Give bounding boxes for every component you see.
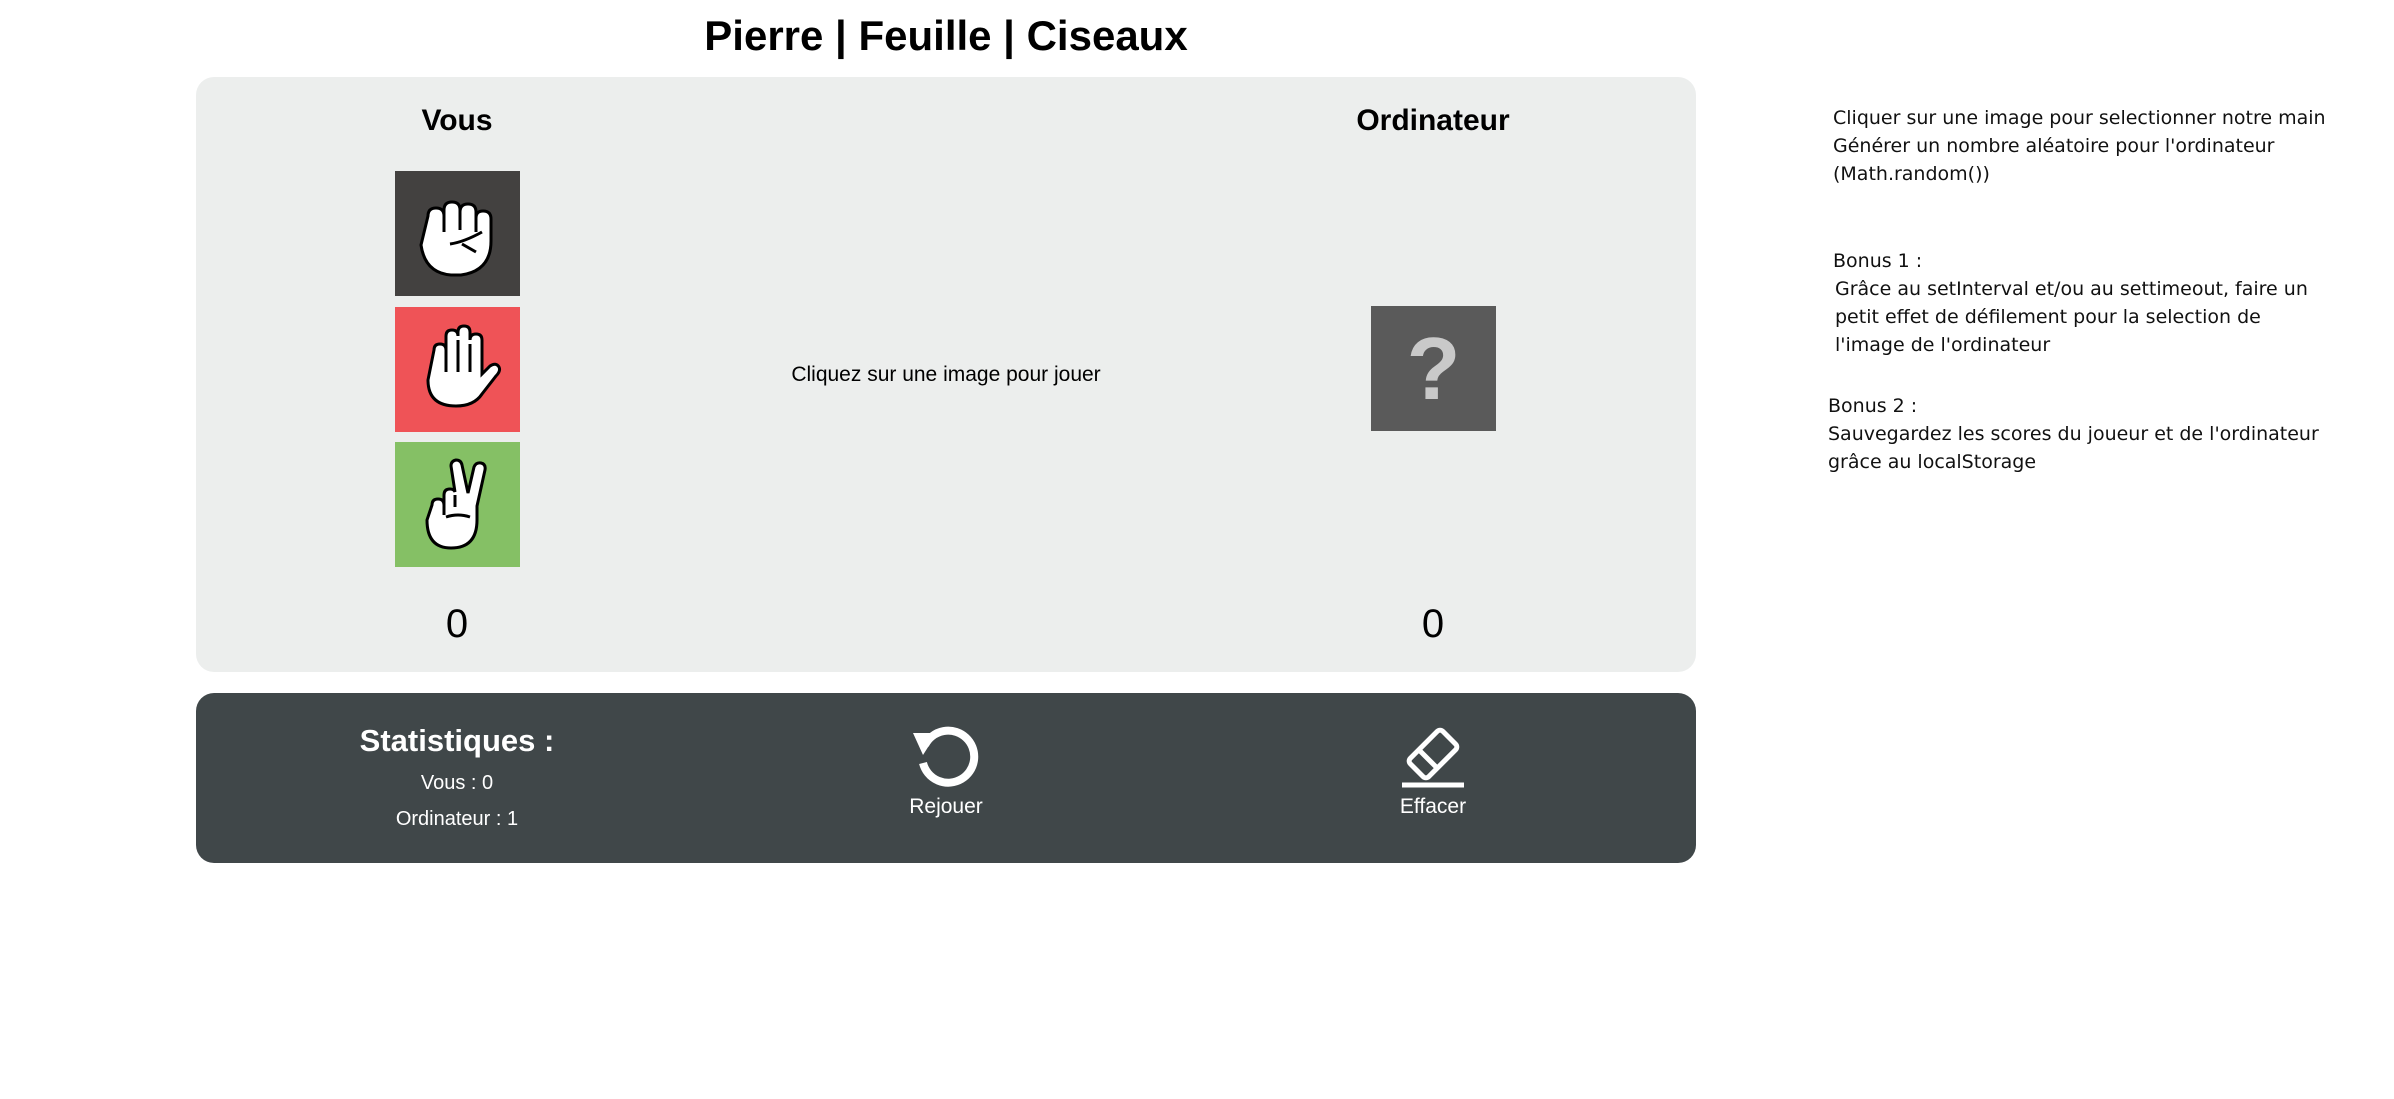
computer-heading: Ordinateur xyxy=(1356,104,1510,137)
paper-choice-button[interactable] xyxy=(395,307,520,432)
eraser-icon xyxy=(1402,727,1464,788)
instruction-line: grâce au localStorage xyxy=(1828,451,2037,473)
instruction-line: (Math.random()) xyxy=(1833,163,1990,185)
erase-button[interactable]: Effacer xyxy=(1333,721,1533,821)
statistics-computer-line: Ordinateur : 1 xyxy=(395,808,519,830)
rock-hand-icon xyxy=(418,199,492,276)
scissors-hand-icon xyxy=(424,457,487,550)
bonus1-heading: Bonus 1 : xyxy=(1833,250,1923,272)
statistics-player-line: Vous : 0 xyxy=(420,772,494,794)
computer-choice-placeholder: ? xyxy=(1371,306,1496,431)
statistics-title: Statistiques : xyxy=(359,723,555,758)
erase-label: Effacer xyxy=(1399,795,1467,818)
computer-score: 0 xyxy=(1421,602,1445,646)
page-title: Pierre | Feuille | Ciseaux xyxy=(704,12,1188,59)
instruction-line: l'image de l'ordinateur xyxy=(1835,334,2051,356)
instruction-line: petit effet de défilement pour la select… xyxy=(1835,306,2261,328)
replay-icon xyxy=(913,726,979,787)
instructions-block-bonus1: Bonus 1 : Grâce au setInterval et/ou au … xyxy=(1833,247,2313,359)
play-prompt: Cliquez sur une image pour jouer xyxy=(791,363,1101,386)
statistics-bar: Statistiques : Vous : 0 Ordinateur : 1 R… xyxy=(196,693,1696,863)
instructions-block-main: Cliquer sur une image pour selectionner … xyxy=(1833,104,2326,188)
player-score: 0 xyxy=(445,602,469,646)
instruction-line: Générer un nombre aléatoire pour l'ordin… xyxy=(1833,135,2275,157)
instruction-line: Sauvegardez les scores du joueur et de l… xyxy=(1828,423,2319,445)
game-panel: Vous Ordinateur Cliquez sur une image po… xyxy=(196,77,1696,672)
paper-hand-icon xyxy=(425,323,501,408)
scissors-choice-button[interactable] xyxy=(395,442,520,567)
rock-choice-button[interactable] xyxy=(395,171,520,296)
replay-label: Rejouer xyxy=(909,795,983,818)
bonus2-heading: Bonus 2 : xyxy=(1828,395,1918,417)
player-heading: Vous xyxy=(421,104,493,137)
instruction-line: Grâce au setInterval et/ou au settimeout… xyxy=(1835,278,2308,300)
replay-button[interactable]: Rejouer xyxy=(846,721,1046,821)
question-mark-icon: ? xyxy=(1406,318,1461,418)
instruction-line: Cliquer sur une image pour selectionner … xyxy=(1833,107,2326,129)
instructions-block-bonus2: Bonus 2 : Sauvegardez les scores du joue… xyxy=(1828,392,2319,476)
